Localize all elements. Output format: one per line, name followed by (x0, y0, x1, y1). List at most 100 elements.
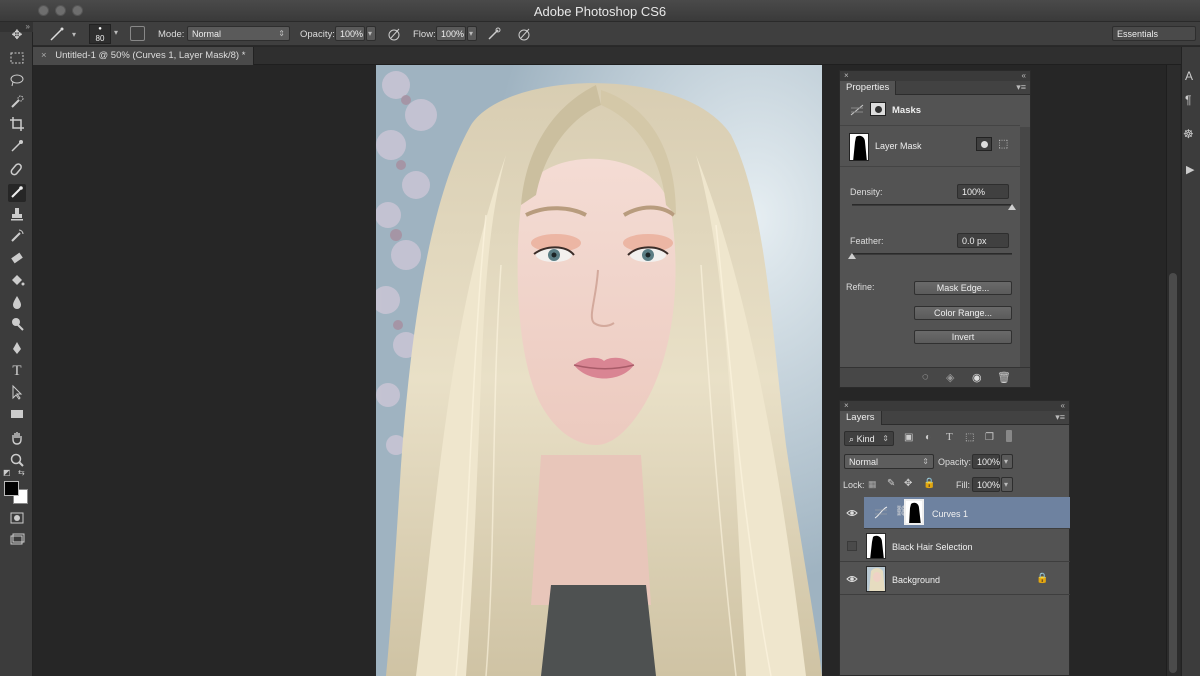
lock-icon[interactable]: 🔒 (1036, 573, 1048, 584)
layer-row-black-hair-selection[interactable]: Black Hair Selection (840, 530, 1070, 562)
visibility-toggle-empty[interactable] (847, 541, 857, 551)
airbrush-icon[interactable] (486, 26, 502, 42)
clone-stamp-tool-icon[interactable] (8, 206, 26, 224)
tab-properties[interactable]: Properties (840, 81, 897, 95)
scrollbar-thumb[interactable] (1169, 273, 1177, 673)
color-range-button[interactable]: Color Range... (914, 306, 1012, 320)
paint-bucket-tool-icon[interactable] (8, 272, 26, 290)
select-mask-icon[interactable] (976, 137, 992, 151)
brush-preset-picker[interactable]: ▾ (48, 25, 82, 43)
move-tool-icon[interactable]: ✥ (8, 26, 26, 44)
brush-tool-icon[interactable] (8, 184, 26, 202)
properties-scrollbar[interactable] (1020, 127, 1030, 367)
lock-transparent-icon[interactable]: ▦ (868, 479, 877, 490)
opacity-label: Opacity: (300, 29, 335, 40)
pressure-size-icon[interactable] (516, 26, 532, 42)
paragraph-panel-icon[interactable]: ¶ (1185, 93, 1191, 107)
mode-select[interactable]: Normal ⇕ (187, 26, 290, 41)
path-selection-tool-icon[interactable] (8, 384, 26, 402)
mask-edge-button[interactable]: Mask Edge... (914, 281, 1012, 295)
blend-mode-select[interactable]: Normal ⇕ (844, 454, 934, 469)
eye-icon[interactable] (846, 507, 858, 519)
mask-icon[interactable] (870, 102, 886, 116)
opacity-input[interactable]: 100% (335, 26, 365, 41)
layer-filter-select[interactable]: ⌕ Kind ⇕ (844, 431, 894, 446)
type-tool-icon[interactable]: T (8, 362, 26, 380)
close-panel-icon[interactable]: × (844, 71, 849, 80)
screen-mode-icon[interactable] (8, 532, 26, 550)
apply-mask-icon[interactable]: ⬚ (998, 137, 1008, 150)
flow-input[interactable]: 100% (436, 26, 466, 41)
close-panel-icon[interactable]: × (844, 401, 849, 410)
flow-dropdown[interactable]: ▾ (467, 26, 477, 41)
chevron-down-icon[interactable]: ▾ (114, 28, 118, 37)
adjustment-filter-icon[interactable]: ◐ (925, 432, 931, 443)
play-action-icon[interactable]: ▶ (1186, 163, 1194, 176)
eyedropper-tool-icon[interactable] (8, 138, 26, 156)
feather-slider-thumb[interactable] (848, 253, 856, 259)
trash-icon[interactable]: 🗑 (997, 371, 1011, 384)
blur-tool-icon[interactable] (8, 294, 26, 312)
smart-object-filter-icon[interactable]: ❐ (985, 432, 994, 443)
marquee-tool-icon[interactable] (8, 50, 26, 68)
lasso-tool-icon[interactable] (8, 72, 26, 90)
layers-empty-area[interactable] (840, 597, 1069, 675)
feather-input[interactable]: 0.0 px (957, 233, 1009, 248)
lock-pixels-icon[interactable]: ✎ (887, 478, 895, 489)
canvas-vertical-scrollbar[interactable] (1166, 65, 1180, 676)
document-canvas-image[interactable] (376, 65, 822, 676)
pressure-opacity-icon[interactable] (386, 26, 402, 42)
feather-slider[interactable] (852, 253, 1012, 255)
character-panel-icon[interactable]: A (1185, 69, 1193, 83)
document-tab[interactable]: × Untitled-1 @ 50% (Curves 1, Layer Mask… (33, 47, 255, 65)
layer-thumbnail (866, 566, 886, 592)
crop-tool-icon[interactable] (8, 116, 26, 134)
eye-icon[interactable] (846, 573, 858, 585)
hand-tool-icon[interactable] (8, 430, 26, 448)
pen-tool-icon[interactable] (8, 340, 26, 358)
quick-selection-tool-icon[interactable] (8, 94, 26, 112)
collapse-panel-icon[interactable]: « (1061, 401, 1065, 411)
tab-layers[interactable]: Layers (840, 411, 882, 425)
foreground-color-swatch[interactable] (4, 481, 19, 496)
brush-settings-icon[interactable]: ☸ (1183, 127, 1194, 141)
layer-row-curves-1[interactable]: ⛓ Curves 1 (840, 497, 1070, 529)
filter-toggle-icon[interactable] (1006, 430, 1012, 442)
eraser-tool-icon[interactable] (8, 250, 26, 268)
panel-menu-icon[interactable]: ▾≡ (1055, 412, 1065, 423)
density-slider[interactable] (852, 204, 1012, 206)
right-panel-dock: A ¶ ☸ ▶ (1181, 47, 1200, 676)
lock-position-icon[interactable]: ✥ (904, 478, 912, 489)
brush-size-picker[interactable]: ● 80 (89, 24, 111, 44)
density-input[interactable]: 100% (957, 184, 1009, 199)
fill-input[interactable]: 100% (972, 477, 1000, 492)
brush-panel-toggle-icon[interactable] (130, 26, 145, 41)
apply-mask-footer-icon[interactable]: ◈ (946, 371, 954, 384)
invert-button[interactable]: Invert (914, 330, 1012, 344)
close-tab-icon[interactable]: × (41, 50, 47, 61)
layer-row-background[interactable]: Background 🔒 (840, 563, 1070, 595)
layer-opacity-input[interactable]: 100% (972, 454, 1000, 469)
quick-mask-icon[interactable] (8, 510, 26, 528)
workspace-switcher[interactable]: Essentials (1112, 26, 1196, 41)
healing-brush-tool-icon[interactable] (8, 162, 26, 180)
density-slider-thumb[interactable] (1008, 204, 1016, 210)
default-colors-icon[interactable]: ◩ (3, 468, 13, 478)
panel-menu-icon[interactable]: ▾≡ (1016, 82, 1026, 93)
dodge-tool-icon[interactable] (8, 316, 26, 334)
shape-filter-icon[interactable]: ⬚ (965, 432, 974, 443)
eye-icon[interactable]: ◉ (972, 371, 982, 384)
layer-opacity-dropdown[interactable]: ▾ (1001, 454, 1013, 469)
pixel-filter-icon[interactable]: ▣ (904, 432, 913, 443)
type-filter-icon[interactable]: T (946, 431, 953, 443)
history-brush-tool-icon[interactable] (8, 228, 26, 246)
opacity-dropdown[interactable]: ▾ (366, 26, 376, 41)
load-selection-icon[interactable]: ◌ (922, 371, 929, 383)
fill-dropdown[interactable]: ▾ (1001, 477, 1013, 492)
adjustment-icon[interactable] (850, 104, 864, 116)
collapse-panel-icon[interactable]: « (1022, 71, 1026, 81)
swap-colors-icon[interactable]: ⇆ (18, 468, 28, 478)
lock-all-icon[interactable]: 🔒 (923, 478, 935, 489)
rectangle-tool-icon[interactable] (8, 406, 26, 424)
layer-mask-thumbnail[interactable] (904, 499, 924, 525)
